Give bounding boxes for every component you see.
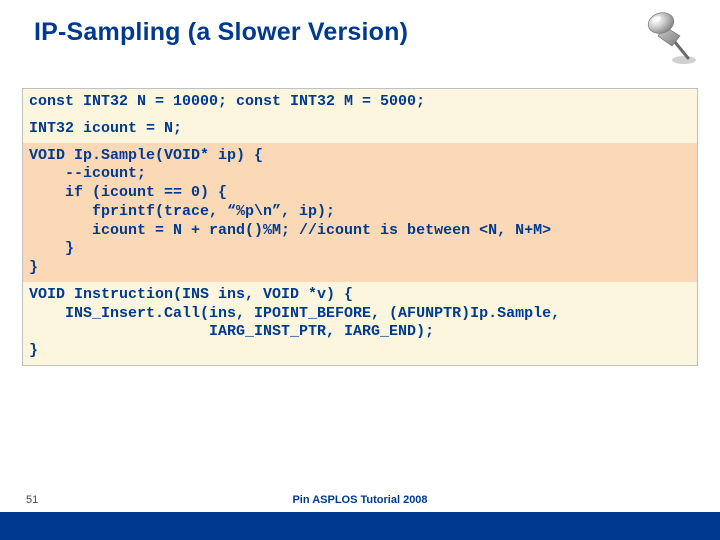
code-ipsample: VOID Ip.Sample(VOID* ip) { --icount; if … bbox=[22, 143, 698, 282]
code-area: const INT32 N = 10000; const INT32 M = 5… bbox=[22, 88, 698, 366]
footer-text: Pin ASPLOS Tutorial 2008 bbox=[0, 494, 720, 506]
pushpin-icon bbox=[640, 6, 704, 70]
code-decl-2: INT32 icount = N; bbox=[22, 116, 698, 143]
slide-title: IP-Sampling (a Slower Version) bbox=[34, 18, 408, 47]
code-instruction: VOID Instruction(INS ins, VOID *v) { INS… bbox=[22, 282, 698, 366]
footer-bar bbox=[0, 512, 720, 540]
slide: IP-Sampling (a Slower Version) cons bbox=[0, 0, 720, 540]
code-decl-1: const INT32 N = 10000; const INT32 M = 5… bbox=[22, 88, 698, 116]
